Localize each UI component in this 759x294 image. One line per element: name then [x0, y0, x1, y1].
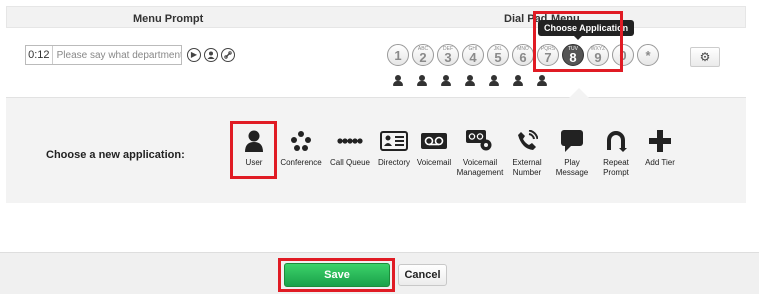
attach-icon[interactable]	[221, 48, 235, 62]
choose-application-label: Choose a new application:	[46, 149, 185, 161]
app-label: Call Queue	[329, 158, 371, 167]
app-external-number[interactable]: External Number	[505, 128, 549, 178]
prompt-text: Please say what department	[56, 49, 181, 61]
user-icon[interactable]	[488, 75, 500, 86]
user-icon[interactable]	[392, 75, 404, 86]
dial-key-1[interactable]: 1	[387, 44, 409, 66]
app-conference[interactable]: Conference	[277, 128, 325, 178]
app-label: Voicemail Management	[456, 158, 504, 177]
highlight-box	[533, 11, 623, 72]
app-voicemail-management[interactable]: Voicemail Management	[455, 128, 505, 178]
app-label: External Number	[512, 158, 542, 177]
conference-icon	[290, 128, 312, 154]
voicemail-management-icon	[466, 128, 494, 154]
add-tier-icon	[649, 128, 671, 154]
prompt-duration: 0:12	[26, 46, 53, 64]
gear-icon: ⚙	[699, 50, 711, 64]
assigned-users	[392, 75, 548, 86]
user-icon[interactable]	[416, 75, 428, 86]
dial-key-6[interactable]: MNO 6	[512, 44, 534, 66]
app-label: Repeat Prompt	[603, 158, 629, 177]
prompt-actions: ▶	[187, 48, 235, 62]
table-header: Menu Prompt Dial Pad Menu	[6, 6, 746, 28]
dial-key-2[interactable]: ABC 2	[412, 44, 434, 66]
user-icon[interactable]	[512, 75, 524, 86]
app-label: Add Tier	[645, 158, 675, 167]
app-add-tier[interactable]: Add Tier	[637, 128, 683, 178]
app-voicemail[interactable]: Voicemail	[413, 128, 455, 178]
app-label: Directory	[377, 158, 410, 167]
call-queue-icon	[337, 128, 363, 154]
directory-icon	[380, 128, 408, 154]
menu-prompt-field[interactable]: 0:12 Please say what department	[25, 45, 182, 65]
app-label: Conference	[280, 158, 322, 167]
repeat-prompt-icon	[605, 128, 627, 154]
external-number-icon	[516, 128, 538, 154]
user-icon[interactable]	[440, 75, 452, 86]
play-icon[interactable]: ▶	[187, 48, 201, 62]
dial-key-3[interactable]: DEF 3	[437, 44, 459, 66]
voicemail-icon	[421, 128, 447, 154]
menu-prompt-header: Menu Prompt	[133, 13, 204, 25]
settings-button[interactable]: ⚙	[690, 47, 720, 67]
highlight-box	[230, 121, 277, 179]
dial-key-5[interactable]: JKL 5	[487, 44, 509, 66]
user-icon[interactable]	[464, 75, 476, 86]
record-user-icon[interactable]	[204, 48, 218, 62]
highlight-box	[278, 258, 395, 292]
app-directory[interactable]: Directory	[375, 128, 413, 178]
app-label: Play Message	[555, 158, 589, 177]
cancel-button[interactable]: Cancel	[398, 264, 447, 286]
app-call-queue[interactable]: Call Queue	[325, 128, 375, 178]
panel-pointer	[569, 88, 589, 98]
dial-key-4[interactable]: GHI 4	[462, 44, 484, 66]
user-icon[interactable]	[536, 75, 548, 86]
application-list: User Conference Call Queue Directory Voi…	[231, 128, 683, 178]
app-label: Voicemail	[416, 158, 452, 167]
app-repeat-prompt[interactable]: Repeat Prompt	[595, 128, 637, 178]
app-play-message[interactable]: Play Message	[549, 128, 595, 178]
play-message-icon	[561, 128, 583, 154]
dial-key-star[interactable]: *	[637, 44, 659, 66]
